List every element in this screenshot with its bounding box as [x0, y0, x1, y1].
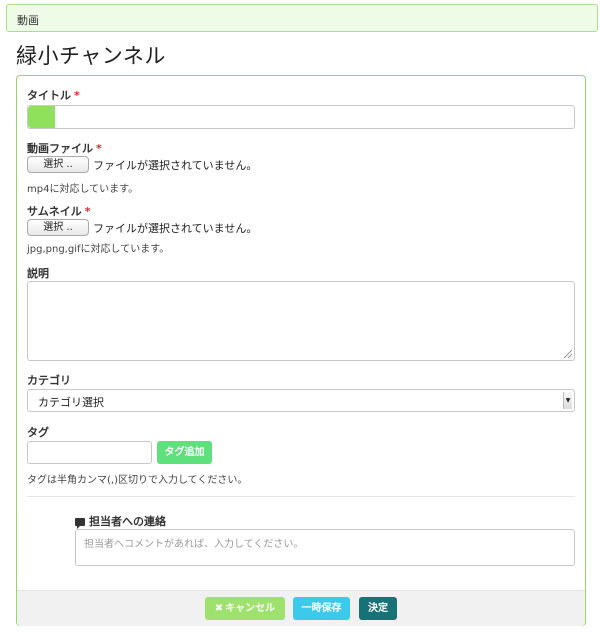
thumbnail-label: サムネイル *: [27, 205, 91, 218]
category-label: カテゴリ: [27, 374, 71, 387]
tag-input[interactable]: [27, 441, 152, 464]
resize-grip-icon[interactable]: [564, 350, 572, 358]
title-input[interactable]: [27, 105, 575, 129]
cancel-button[interactable]: ✖ キャンセル: [205, 597, 285, 620]
upload-form-panel: タイトル * 動画ファイル * 選択 .. ファイルが選択されていません。 mp4に…: [16, 75, 586, 626]
form-footer: ✖ キャンセル 一時保存 決定: [17, 590, 585, 626]
category-selected-value: カテゴリ選択: [38, 396, 104, 409]
description-label: 説明: [27, 267, 49, 280]
thumbnail-status: ファイルが選択されていません。: [93, 222, 258, 235]
contact-label: 担当者への連絡: [75, 513, 166, 529]
required-mark: *: [96, 142, 102, 155]
page-title: 緑小チャンネル: [16, 44, 166, 68]
contact-placeholder: 担当者へコメントがあれば、入力してください。: [84, 539, 304, 550]
title-label: タイトル *: [27, 89, 80, 102]
category-select[interactable]: カテゴリ選択 ▼: [27, 389, 575, 412]
thumbnail-select-button[interactable]: 選択 ..: [27, 219, 89, 236]
save-draft-button[interactable]: 一時保存: [293, 597, 350, 620]
required-mark: *: [84, 205, 91, 218]
video-file-label: 動画ファイル *: [27, 142, 102, 155]
video-file-status: ファイルが選択されていません。: [93, 159, 258, 172]
video-file-help: mp4に対応しています。: [27, 184, 139, 195]
add-tag-button[interactable]: タグ追加: [157, 441, 212, 464]
chevron-down-icon: ▼: [563, 392, 572, 409]
title-progress-fill: [28, 106, 55, 128]
description-textarea[interactable]: [27, 281, 575, 361]
breadcrumb: 動画: [6, 4, 598, 32]
required-mark: *: [74, 89, 80, 102]
tags-label: タグ: [27, 426, 49, 439]
divider: [27, 496, 575, 497]
video-file-select-button[interactable]: 選択 ..: [27, 156, 89, 173]
thumbnail-help: jpg,png,gifに対応しています。: [27, 244, 170, 255]
comment-icon: [75, 518, 85, 529]
contact-textarea[interactable]: 担当者へコメントがあれば、入力してください。: [75, 529, 575, 566]
close-icon: ✖: [214, 603, 224, 614]
breadcrumb-label: 動画: [17, 14, 39, 27]
submit-button[interactable]: 決定: [359, 597, 397, 620]
tags-help: タグは半角カンマ(,)区切りで入力してください。: [27, 475, 248, 486]
